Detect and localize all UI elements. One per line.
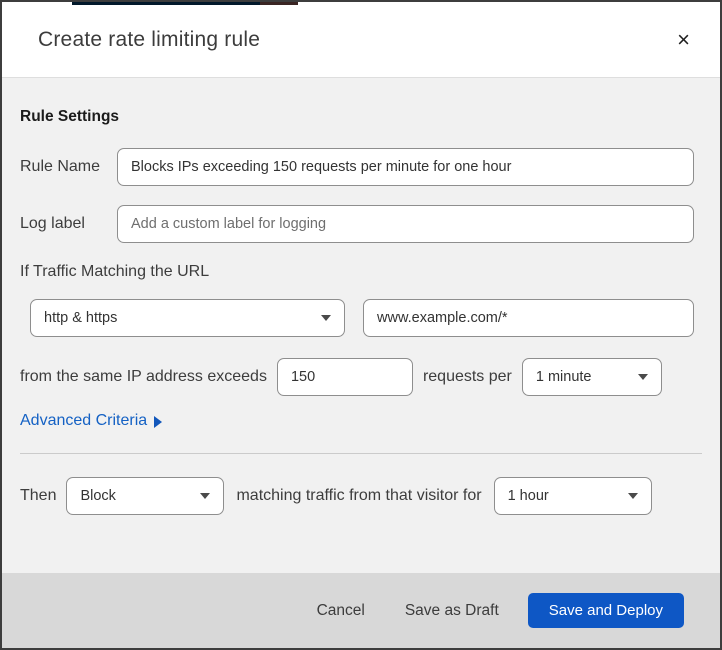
rule-name-row: Rule Name bbox=[20, 148, 694, 186]
action-select[interactable]: Block bbox=[66, 477, 225, 515]
scheme-select-value: http & https bbox=[44, 310, 118, 326]
scheme-select[interactable]: http & https bbox=[30, 299, 345, 337]
chevron-down-icon bbox=[637, 374, 648, 380]
action-row: Then Block matching traffic from that vi… bbox=[20, 477, 694, 515]
period-select-value: 1 minute bbox=[535, 369, 592, 385]
action-middle-text: matching traffic from that visitor for bbox=[236, 487, 482, 504]
log-label-label: Log label bbox=[20, 215, 85, 232]
caret-right-icon bbox=[154, 416, 163, 428]
requests-per-text: requests per bbox=[422, 368, 512, 385]
modal-footer: Cancel Save as Draft Save and Deploy bbox=[2, 573, 720, 648]
dialog-title: Create rate limiting rule bbox=[38, 27, 261, 51]
duration-select[interactable]: 1 hour bbox=[493, 477, 652, 515]
advanced-criteria-label: Advanced Criteria bbox=[20, 412, 148, 429]
section-divider bbox=[20, 453, 702, 454]
background-page-strip-maroon bbox=[260, 2, 298, 5]
log-label-input[interactable] bbox=[117, 205, 694, 243]
period-select[interactable]: 1 minute bbox=[521, 358, 662, 396]
advanced-criteria-link[interactable]: Advanced Criteria bbox=[20, 412, 163, 430]
action-select-value: Block bbox=[80, 488, 116, 504]
url-pattern-input[interactable] bbox=[363, 299, 694, 337]
request-count-input[interactable] bbox=[276, 358, 413, 396]
create-rate-limiting-rule-dialog: Create rate limiting rule × Rule Setting… bbox=[0, 0, 722, 650]
rule-name-label: Rule Name bbox=[20, 158, 101, 175]
background-page-strip-navy bbox=[72, 2, 260, 5]
modal-body: Rule Settings Rule Name Log label If Tra… bbox=[2, 78, 720, 573]
threshold-row: from the same IP address exceeds request… bbox=[20, 358, 694, 396]
threshold-prefix-text: from the same IP address exceeds bbox=[20, 368, 267, 385]
close-icon: × bbox=[677, 26, 690, 52]
url-match-row: http & https bbox=[30, 299, 694, 337]
save-and-deploy-button[interactable]: Save and Deploy bbox=[527, 593, 684, 628]
then-label: Then bbox=[20, 487, 57, 504]
save-as-draft-button[interactable]: Save as Draft bbox=[385, 594, 519, 628]
traffic-match-intro: If Traffic Matching the URL bbox=[20, 263, 210, 280]
cancel-button[interactable]: Cancel bbox=[297, 594, 385, 628]
chevron-down-icon bbox=[321, 315, 331, 321]
duration-select-value: 1 hour bbox=[507, 488, 549, 504]
log-label-row: Log label bbox=[20, 205, 694, 243]
rule-name-input[interactable] bbox=[117, 148, 694, 186]
close-button[interactable]: × bbox=[671, 25, 696, 55]
modal-header: Create rate limiting rule × bbox=[2, 2, 720, 78]
chevron-down-icon bbox=[200, 493, 211, 499]
rule-settings-section-title: Rule Settings bbox=[20, 108, 120, 125]
chevron-down-icon bbox=[627, 493, 638, 499]
